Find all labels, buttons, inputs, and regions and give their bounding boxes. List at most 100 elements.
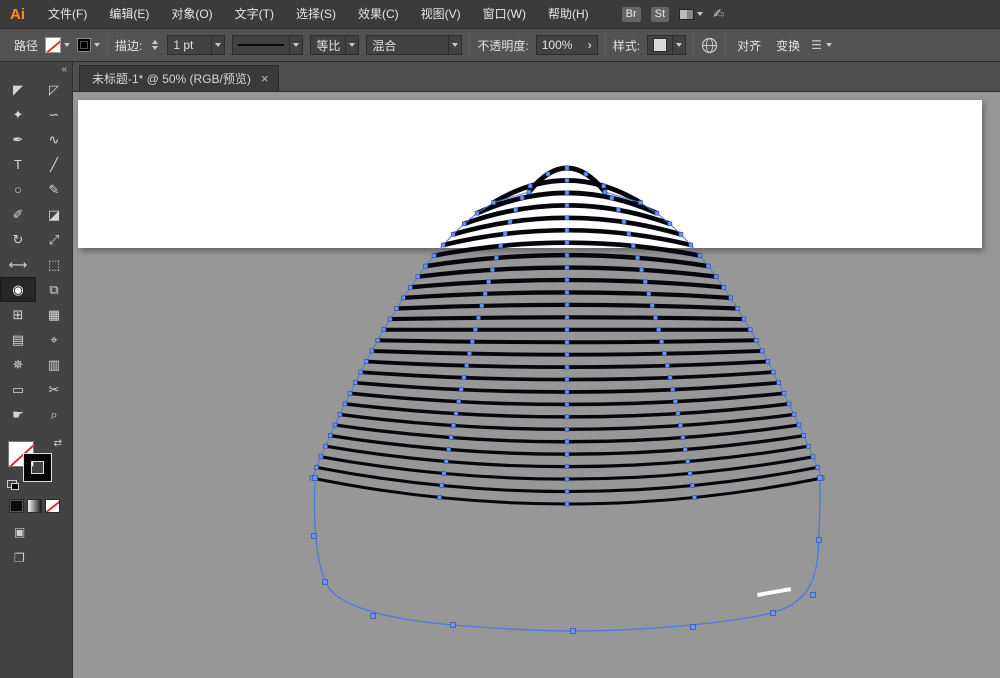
chevron-down-icon [452,43,458,47]
direct-selection-tool[interactable]: ◸ [36,77,72,102]
line-style-preview [238,44,284,46]
close-tab-icon[interactable]: × [261,71,269,86]
canvas[interactable] [73,92,1000,678]
chevron-down-icon [215,43,221,47]
chevron-down-icon [826,43,832,47]
eraser-tool[interactable]: ◪ [36,202,72,227]
chevron-down-icon [697,12,703,16]
zoom-tool[interactable]: ⌕ [36,402,72,427]
column-graph-tool[interactable]: ▥ [36,352,72,377]
lasso-tool[interactable]: ∽ [36,102,72,127]
slice-tool[interactable]: ✂ [36,377,72,402]
artwork-svg[interactable] [73,92,1000,678]
artboard-tool[interactable]: ▭ [0,377,36,402]
stroke-color-indicator[interactable] [24,454,51,481]
align-button[interactable]: 对齐 [733,37,765,54]
stroke-style-select[interactable] [232,35,303,55]
recolor-artwork-icon[interactable] [701,37,718,54]
default-fill-stroke-icon[interactable] [7,480,17,488]
collapse-panel-button[interactable]: « [0,62,72,77]
fill-none-swatch [45,37,61,53]
menu-item[interactable]: 对象(O) [160,0,223,28]
style-select[interactable] [647,35,686,55]
swap-fill-stroke-icon[interactable]: ⇄ [54,438,62,449]
ellipse-tool[interactable]: ○ [0,177,36,202]
selection-tool[interactable]: ◤ [0,77,36,102]
transform-button[interactable]: 变换 [772,37,804,54]
gradient-tool[interactable]: ▤ [0,327,36,352]
gradient-button[interactable] [27,499,42,513]
mesh-tool[interactable]: ▦ [36,302,72,327]
menu-item[interactable]: 编辑(E) [98,0,160,28]
screen-mode-button[interactable]: ❐ [14,551,72,565]
app-logo: Ai [0,6,37,23]
divider [693,33,694,57]
stroke-color-select[interactable] [77,38,100,52]
chevron-down-icon [349,43,355,47]
brush-definition-select[interactable]: 混合 [366,35,462,55]
pen-tool[interactable]: ✒ [0,127,36,152]
bridge-button[interactable]: Br [622,7,641,22]
menu-item[interactable]: 视图(V) [410,0,472,28]
paintbrush-tool[interactable]: ✎ [36,177,72,202]
chevron-down-icon [293,43,299,47]
stroke-label: 描边: [115,37,142,54]
magic-wand-tool[interactable]: ✦ [0,102,36,127]
stroke-weight-stepper[interactable] [149,40,160,50]
menubar-right: Br St ✍ [622,6,724,22]
menu-item[interactable]: 效果(C) [347,0,410,28]
width-profile-select[interactable]: 等比 [310,35,359,55]
menu-item[interactable]: 文件(F) [37,0,98,28]
stroke-weight-select[interactable]: 1 pt [167,35,225,55]
divider [469,33,470,57]
stroke-weight-value: 1 pt [173,38,193,52]
eyedropper-tool[interactable]: ⌖ [36,327,72,352]
type-tool[interactable]: T [0,152,36,177]
perspective-grid-tool[interactable]: ⊞ [0,302,36,327]
document-tab-bar: 未标题-1* @ 50% (RGB/预览) × [73,62,1000,92]
free-transform-tool[interactable]: ⬚ [36,252,72,277]
menu-item[interactable]: 帮助(H) [537,0,600,28]
panel-menu-button[interactable]: ☰ [811,38,832,52]
workspace-switcher-button[interactable] [679,9,703,20]
opacity-value: 100% [542,38,573,52]
menu-item[interactable]: 窗口(W) [472,0,537,28]
menu-bar: Ai 文件(F)编辑(E)对象(O)文字(T)选择(S)效果(C)视图(V)窗口… [0,0,1000,28]
symbol-sprayer-tool[interactable]: ✵ [0,352,36,377]
document-tab[interactable]: 未标题-1* @ 50% (RGB/预览) × [79,65,279,91]
stock-button[interactable]: St [651,7,669,22]
none-button[interactable] [45,499,60,513]
color-button[interactable] [9,499,24,513]
scale-tool[interactable]: ⤢ [36,227,72,252]
document-area: 未标题-1* @ 50% (RGB/预览) × [73,62,1000,678]
share-screen-icon[interactable]: ✍ [713,6,724,22]
selection-type-label: 路径 [14,37,38,54]
tools-panel: « ◤◸✦∽✒∿T╱○✎✐◪↻⤢⟷⬚◉⧉⊞▦▤⌖✵▥▭✂☛⌕ ⇄ ▣ ❐ [0,62,73,678]
brush-definition-value: 混合 [372,37,396,54]
chevron-down-icon [94,43,100,47]
fill-stroke-widget: ⇄ [8,441,60,485]
fill-color-select[interactable] [45,37,70,53]
curvature-tool[interactable]: ∿ [36,127,72,152]
chevron-down-icon [64,43,70,47]
blend-tool[interactable]: ◉ [0,277,36,302]
menu-item[interactable]: 文字(T) [224,0,285,28]
opacity-label: 不透明度: [477,37,528,54]
menu-item[interactable]: 选择(S) [285,0,347,28]
divider [107,33,108,57]
width-tool[interactable]: ⟷ [0,252,36,277]
step-down-icon [152,46,158,50]
illustrator-window: Ai 文件(F)编辑(E)对象(O)文字(T)选择(S)效果(C)视图(V)窗口… [0,0,1000,678]
drawing-mode-button[interactable]: ▣ [14,525,72,539]
color-mode-buttons [9,499,72,513]
step-up-icon [152,40,158,44]
stroke-color-swatch [77,38,91,52]
line-segment-tool[interactable]: ╱ [36,152,72,177]
opacity-select[interactable]: 100% › [536,35,598,55]
pencil-tool[interactable]: ✐ [0,202,36,227]
hand-tool[interactable]: ☛ [0,402,36,427]
style-label: 样式: [613,37,640,54]
shape-builder-tool[interactable]: ⧉ [36,277,72,302]
divider [605,33,606,57]
rotate-tool[interactable]: ↻ [0,227,36,252]
